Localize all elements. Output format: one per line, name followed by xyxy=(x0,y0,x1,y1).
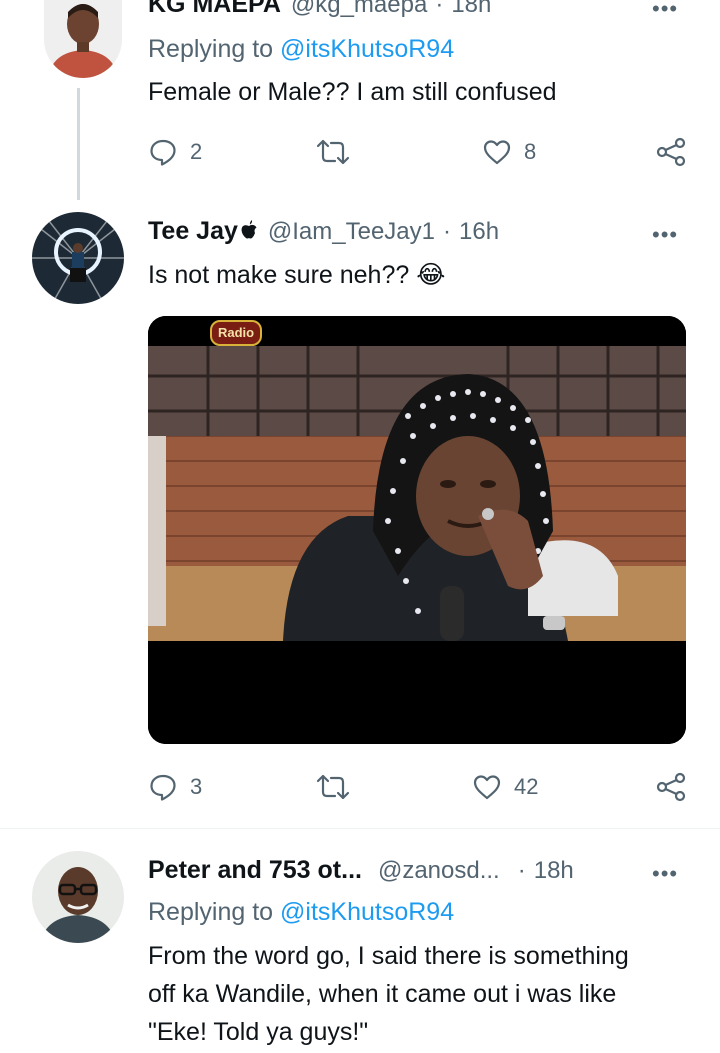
user-handle[interactable]: @Iam_TeeJay1 xyxy=(268,218,435,246)
reply-count: 2 xyxy=(190,139,203,164)
tweet-text-content: Is not make sure neh?? xyxy=(148,261,410,289)
video-thumbnail[interactable]: Radio xyxy=(148,316,686,744)
separator-dot: · xyxy=(435,0,444,18)
timestamp[interactable]: 18h xyxy=(451,0,491,19)
tweet-text: Is not make sure neh?? 😂 xyxy=(148,256,445,294)
mention-link[interactable]: @itsKhutsoR94 xyxy=(280,898,454,926)
share-icon xyxy=(656,772,686,802)
reply-button[interactable]: 2 xyxy=(148,137,202,167)
share-icon xyxy=(656,137,686,167)
channel-logo: Radio xyxy=(210,320,263,346)
mention-link[interactable]: @itsKhutsoR94 xyxy=(280,35,454,63)
timestamp[interactable]: 18h xyxy=(534,857,574,885)
replying-label: Replying to xyxy=(148,898,274,926)
tweet-header: KG MAEPA @kg_maepa · 18h xyxy=(148,0,491,20)
laughing-emoji: 😂 xyxy=(416,261,446,289)
reply-icon xyxy=(148,137,178,167)
tweet-text: Female or Male?? I am still confused xyxy=(148,78,557,106)
share-button[interactable] xyxy=(656,772,686,802)
replying-label: Replying to xyxy=(148,35,274,63)
tweet-header: Peter and 753 ot... @zanosd... · 18h xyxy=(148,856,574,886)
separator-dot: · xyxy=(517,857,526,884)
like-button[interactable]: 8 xyxy=(482,137,536,167)
avatar[interactable] xyxy=(32,851,124,943)
user-handle[interactable]: @zanosd... xyxy=(378,857,500,885)
avatar[interactable] xyxy=(32,212,124,304)
tweet-divider xyxy=(0,828,720,829)
reply-button[interactable]: 3 xyxy=(148,772,202,802)
replying-to: Replying to @itsKhutsoR94 xyxy=(148,898,454,927)
more-icon[interactable]: ••• xyxy=(652,0,678,22)
display-name[interactable]: Peter and 753 ot... xyxy=(148,856,362,885)
reply-icon xyxy=(148,772,178,802)
like-count: 8 xyxy=(524,139,537,164)
like-button[interactable]: 42 xyxy=(472,772,538,802)
replying-to: Replying to @itsKhutsoR94 xyxy=(148,35,454,64)
share-button[interactable] xyxy=(656,137,686,167)
thread-connector-line xyxy=(77,88,80,200)
avatar[interactable] xyxy=(44,0,122,78)
tweet-text-line: From the word go, I said there is someth… xyxy=(148,942,629,970)
retweet-icon xyxy=(315,137,351,167)
like-icon xyxy=(472,772,502,802)
timestamp[interactable]: 16h xyxy=(459,218,499,246)
tweet-header: Tee Jay @Iam_TeeJay1 · 16h xyxy=(148,217,499,247)
reply-count: 3 xyxy=(190,774,203,799)
like-count: 42 xyxy=(514,774,539,799)
tweet-text-line: off ka Wandile, when it came out i was l… xyxy=(148,980,617,1008)
user-handle[interactable]: @kg_maepa xyxy=(291,0,427,19)
apple-icon xyxy=(240,219,258,244)
like-icon xyxy=(482,137,512,167)
retweet-button[interactable] xyxy=(315,772,363,802)
display-name[interactable]: Tee Jay xyxy=(148,217,238,246)
tweet-text: From the word go, I said there is someth… xyxy=(148,937,708,1051)
more-icon[interactable]: ••• xyxy=(652,222,678,248)
more-icon[interactable]: ••• xyxy=(652,861,678,887)
display-name[interactable]: KG MAEPA xyxy=(148,0,281,19)
retweet-icon xyxy=(315,772,351,802)
tweet-text-line: "Eke! Told ya guys!" xyxy=(148,1018,369,1046)
retweet-button[interactable] xyxy=(315,137,363,167)
separator-dot: · xyxy=(443,218,451,245)
channel-logo-text: Radio xyxy=(218,325,255,340)
